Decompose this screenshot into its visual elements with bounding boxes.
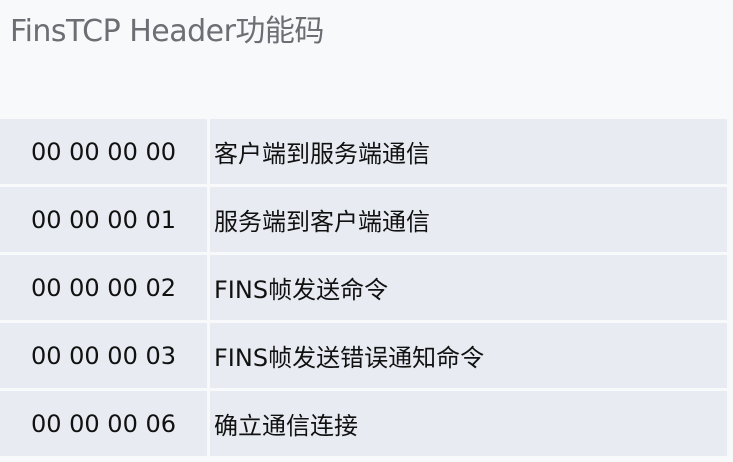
table-row: 00 00 00 00 客户端到服务端通信 (0, 119, 727, 184)
function-code: 00 00 00 03 (0, 323, 207, 388)
page-title: FinsTCP Header功能码 (10, 14, 324, 49)
function-description: FINS帧发送命令 (210, 255, 727, 320)
function-description: 客户端到服务端通信 (210, 119, 727, 184)
slide: FinsTCP Header功能码 00 00 00 00 客户端到服务端通信 … (0, 0, 733, 462)
table-row: 00 00 00 03 FINS帧发送错误通知命令 (0, 323, 727, 388)
function-code: 00 00 00 00 (0, 119, 207, 184)
table-row: 00 00 00 02 FINS帧发送命令 (0, 255, 727, 320)
function-description: FINS帧发送错误通知命令 (210, 323, 727, 388)
function-code-table: 00 00 00 00 客户端到服务端通信 00 00 00 01 服务端到客户… (0, 116, 730, 459)
function-code: 00 00 00 01 (0, 187, 207, 252)
table-row: 00 00 00 06 确立通信连接 (0, 391, 727, 456)
table-row: 00 00 00 01 服务端到客户端通信 (0, 187, 727, 252)
function-code: 00 00 00 02 (0, 255, 207, 320)
function-description: 服务端到客户端通信 (210, 187, 727, 252)
function-description: 确立通信连接 (210, 391, 727, 456)
function-code: 00 00 00 06 (0, 391, 207, 456)
